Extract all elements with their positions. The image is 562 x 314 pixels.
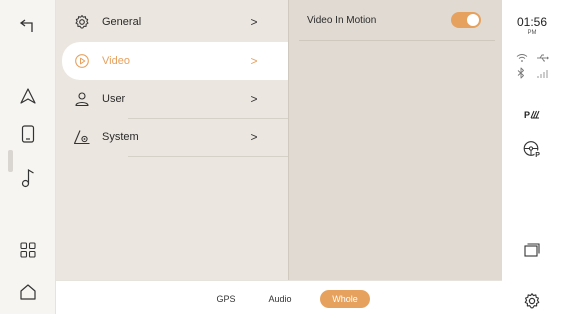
bottom-tab-bar: GPS Audio Whole bbox=[56, 280, 502, 314]
home-button[interactable] bbox=[0, 274, 56, 310]
window-stack-icon bbox=[524, 243, 540, 262]
video-in-motion-row: Video In Motion bbox=[289, 0, 503, 40]
system-triangle-icon bbox=[72, 127, 92, 147]
gear-icon bbox=[72, 12, 92, 32]
chevron-right-icon: > bbox=[250, 130, 258, 144]
right-status-bar: 01:56 PM P P bbox=[502, 0, 562, 314]
video-in-motion-toggle[interactable] bbox=[451, 12, 481, 28]
navigation-button[interactable] bbox=[0, 78, 56, 114]
settings-button[interactable] bbox=[502, 292, 562, 314]
back-arrow-icon bbox=[19, 19, 37, 33]
detail-divider bbox=[299, 40, 495, 41]
apps-grid-icon bbox=[20, 242, 36, 258]
user-icon bbox=[72, 89, 92, 109]
home-icon bbox=[19, 283, 37, 301]
status-row-top bbox=[516, 52, 550, 66]
phone-button[interactable] bbox=[0, 116, 56, 152]
settings-menu: General > Video > User > System > bbox=[56, 0, 322, 280]
chevron-right-icon: > bbox=[250, 15, 258, 29]
phone-icon bbox=[21, 125, 35, 143]
steering-wheel-p-button[interactable]: P bbox=[502, 140, 562, 163]
bluetooth-icon bbox=[516, 66, 526, 84]
left-sidebar bbox=[0, 0, 56, 314]
tab-whole[interactable]: Whole bbox=[320, 290, 370, 308]
video-in-motion-label: Video In Motion bbox=[307, 14, 377, 26]
menu-item-system[interactable]: System > bbox=[56, 118, 288, 156]
menu-item-user[interactable]: User > bbox=[56, 80, 288, 118]
gear-icon bbox=[523, 292, 541, 314]
navigation-arrow-icon bbox=[19, 88, 37, 104]
clock-ampm: PM bbox=[527, 30, 537, 36]
menu-item-video[interactable]: Video > bbox=[62, 42, 288, 80]
tab-gps[interactable]: GPS bbox=[211, 290, 241, 308]
tab-audio[interactable]: Audio bbox=[263, 290, 297, 308]
apps-button[interactable] bbox=[0, 232, 56, 268]
back-button[interactable] bbox=[0, 8, 56, 44]
parking-sensor-indicator[interactable]: P bbox=[502, 110, 562, 120]
menu-item-label: User bbox=[102, 93, 126, 105]
steering-wheel-icon: P bbox=[522, 140, 542, 163]
menu-item-general[interactable]: General > bbox=[56, 3, 288, 41]
music-button[interactable] bbox=[0, 160, 56, 196]
music-note-icon bbox=[21, 168, 35, 188]
toggle-knob bbox=[467, 14, 479, 26]
clock-time: 01:56 bbox=[516, 15, 548, 29]
menu-item-label: General bbox=[102, 16, 142, 28]
chevron-right-icon: > bbox=[250, 54, 258, 68]
menu-item-label: System bbox=[102, 131, 139, 143]
video-settings-panel: Video In Motion bbox=[288, 0, 502, 280]
window-switch-button[interactable] bbox=[502, 243, 562, 262]
signal-icon bbox=[536, 66, 550, 84]
menu-item-label: Video bbox=[102, 55, 130, 67]
svg-text:P: P bbox=[535, 152, 540, 158]
chevron-right-icon: > bbox=[250, 92, 258, 106]
status-row-bottom bbox=[516, 66, 550, 84]
play-circle-icon bbox=[72, 51, 92, 71]
parking-sensor-icon bbox=[530, 110, 540, 120]
